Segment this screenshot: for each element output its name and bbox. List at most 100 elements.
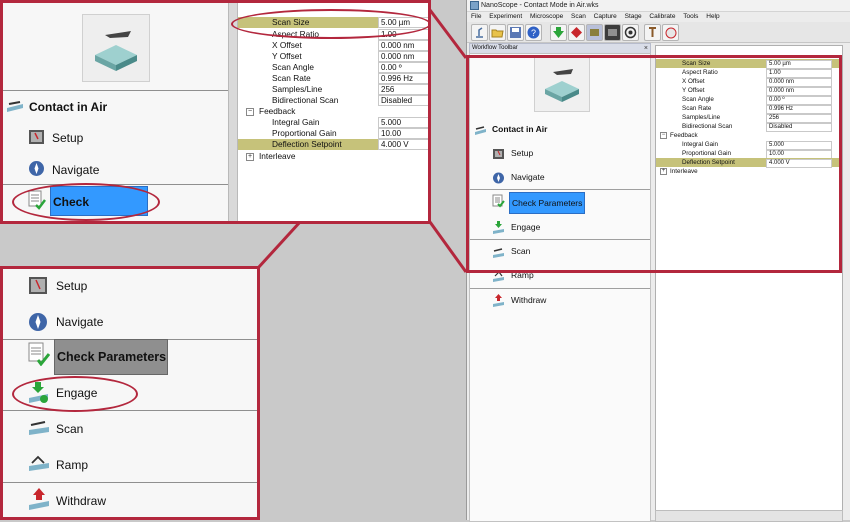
param-row-x-offset[interactable]: X Offset 0.000 nm <box>656 77 842 87</box>
param-label: Samples/Line <box>682 114 721 121</box>
navigate-button[interactable]: Navigate <box>56 315 103 329</box>
samples-line-field[interactable]: 256 <box>378 84 430 95</box>
menu-experiment[interactable]: Experiment <box>489 13 522 20</box>
param-group-interleave[interactable]: + Interleave <box>656 167 842 176</box>
close-icon[interactable]: × <box>644 44 648 53</box>
navigate-compass-icon <box>28 160 45 177</box>
param-label: Proportional Gain <box>272 128 337 138</box>
withdraw-arrow-icon <box>492 294 505 307</box>
proportional-gain-field[interactable]: 10.00 <box>378 128 430 139</box>
microscope-icon[interactable] <box>471 24 488 41</box>
save-icon[interactable] <box>507 24 524 41</box>
param-row-proportional-gain[interactable]: Proportional Gain 10.00 <box>238 128 430 139</box>
param-row-integral-gain[interactable]: Integral Gain 5.000 <box>656 140 842 150</box>
calibrate-icon[interactable] <box>644 24 661 41</box>
param-label: Samples/Line <box>272 84 323 94</box>
collapse-icon[interactable]: − <box>246 108 254 116</box>
scan-size-field[interactable]: 5.00 µm <box>378 17 430 28</box>
engage-icon <box>492 221 505 234</box>
scan-angle-field[interactable]: 0.00 º <box>378 62 430 73</box>
param-label: Integral Gain <box>272 117 320 127</box>
navigate-button[interactable]: Navigate <box>52 163 99 177</box>
setup-button[interactable]: Setup <box>511 148 533 158</box>
param-group-feedback[interactable]: − Feedback <box>238 106 430 117</box>
param-group-feedback[interactable]: − Feedback <box>656 131 842 140</box>
setup-button[interactable]: Setup <box>52 131 83 145</box>
check-parameters-button[interactable]: Check Parameters <box>54 339 168 375</box>
param-row-scan-rate[interactable]: Scan Rate 0.996 Hz <box>656 104 842 114</box>
param-label: Scan Rate <box>682 105 712 112</box>
engage-button[interactable]: Engage <box>56 386 97 400</box>
ramp-button[interactable]: Ramp <box>56 458 88 472</box>
menu-scan[interactable]: Scan <box>571 13 586 20</box>
check-parameters-button[interactable]: Check Parameters <box>509 192 586 214</box>
param-row-scan-size[interactable]: Scan Size 5.00 µm <box>656 59 842 69</box>
withdraw-button[interactable]: Withdraw <box>511 295 546 305</box>
window-title: NanoScope - Contact Mode in Air.wks <box>481 2 599 9</box>
param-row-aspect-ratio[interactable]: Aspect Ratio 1.00 <box>656 68 842 78</box>
param-row-bidirectional-scan[interactable]: Bidirectional Scan Disabled <box>656 122 842 132</box>
param-row-samples-line[interactable]: Samples/Line 256 <box>238 84 430 95</box>
param-row-proportional-gain[interactable]: Proportional Gain 10.00 <box>656 149 842 159</box>
withdraw-button[interactable]: Withdraw <box>56 494 106 508</box>
param-row-scan-angle[interactable]: Scan Angle 0.00 º <box>656 95 842 105</box>
param-row-y-offset[interactable]: Y Offset 0.000 nm <box>238 51 430 62</box>
menu-calibrate[interactable]: Calibrate <box>649 13 675 20</box>
connector-line <box>428 221 468 273</box>
probe-thumbnail <box>82 14 150 82</box>
aspect-ratio-field[interactable]: 1.00 <box>378 29 430 40</box>
param-row-deflection-setpoint[interactable]: Deflection Setpoint 4.000 V <box>238 139 430 150</box>
menu-help[interactable]: Help <box>706 13 719 20</box>
horizontal-scrollbar[interactable] <box>655 510 843 522</box>
scan-button[interactable]: Scan <box>56 422 83 436</box>
scanner-icon[interactable] <box>586 24 603 41</box>
param-label: Scan Size <box>682 60 711 67</box>
param-row-samples-line[interactable]: Samples/Line 256 <box>656 113 842 123</box>
scan-icon <box>492 246 505 258</box>
param-group-interleave[interactable]: + Interleave <box>238 151 430 162</box>
menu-stage[interactable]: Stage <box>625 13 642 20</box>
ramp-icon <box>28 455 50 473</box>
camera-icon[interactable] <box>604 24 621 41</box>
expand-icon[interactable]: + <box>660 168 667 175</box>
menu-microscope[interactable]: Microscope <box>530 13 563 20</box>
param-row-bidirectional-scan[interactable]: Bidirectional Scan Disabled <box>238 95 430 106</box>
help-icon[interactable]: ? <box>525 24 542 41</box>
target-icon[interactable] <box>622 24 639 41</box>
menu-capture[interactable]: Capture <box>594 13 617 20</box>
x-offset-field[interactable]: 0.000 nm <box>378 40 430 51</box>
check-parameters-button[interactable]: Check Parameters <box>50 186 148 216</box>
integral-gain-field[interactable]: 5.000 <box>378 117 430 128</box>
param-row-x-offset[interactable]: X Offset 0.000 nm <box>238 40 430 51</box>
setup-icon <box>28 129 45 145</box>
menu-tools[interactable]: Tools <box>683 13 698 20</box>
bidirectional-scan-field[interactable]: Disabled <box>378 95 430 106</box>
probe-icon[interactable] <box>662 24 679 41</box>
withdraw-icon[interactable] <box>568 24 585 41</box>
scan-rate-field[interactable]: 0.996 Hz <box>378 73 430 84</box>
param-row-scan-angle[interactable]: Scan Angle 0.00 º <box>238 62 430 73</box>
param-row-scan-size[interactable]: Scan Size 5.00 µm <box>238 17 430 28</box>
param-row-deflection-setpoint[interactable]: Deflection Setpoint 4.000 V <box>656 158 842 168</box>
y-offset-field[interactable]: 0.000 nm <box>378 51 430 62</box>
deflection-setpoint-field[interactable]: 4.000 V <box>378 139 430 150</box>
setup-button[interactable]: Setup <box>56 279 87 293</box>
ramp-button[interactable]: Ramp <box>511 270 534 280</box>
open-folder-icon[interactable] <box>489 24 506 41</box>
engage-button[interactable]: Engage <box>511 222 540 232</box>
separator <box>0 482 258 483</box>
group-label: Feedback <box>670 132 698 139</box>
main-toolbar: ? <box>467 22 850 43</box>
expand-icon[interactable]: + <box>246 153 254 161</box>
param-row-scan-rate[interactable]: Scan Rate 0.996 Hz <box>238 73 430 84</box>
param-row-integral-gain[interactable]: Integral Gain 5.000 <box>238 117 430 128</box>
param-row-y-offset[interactable]: Y Offset 0.000 nm <box>656 86 842 96</box>
engage-arrow-icon[interactable] <box>550 24 567 41</box>
navigate-button[interactable]: Navigate <box>511 172 545 182</box>
param-row-aspect-ratio[interactable]: Aspect Ratio 1.00 <box>238 29 430 40</box>
scan-button[interactable]: Scan <box>511 246 530 256</box>
connector-line <box>428 9 468 59</box>
collapse-icon[interactable]: − <box>660 132 667 139</box>
panel-splitter[interactable] <box>228 0 238 222</box>
menu-file[interactable]: File <box>471 13 481 20</box>
